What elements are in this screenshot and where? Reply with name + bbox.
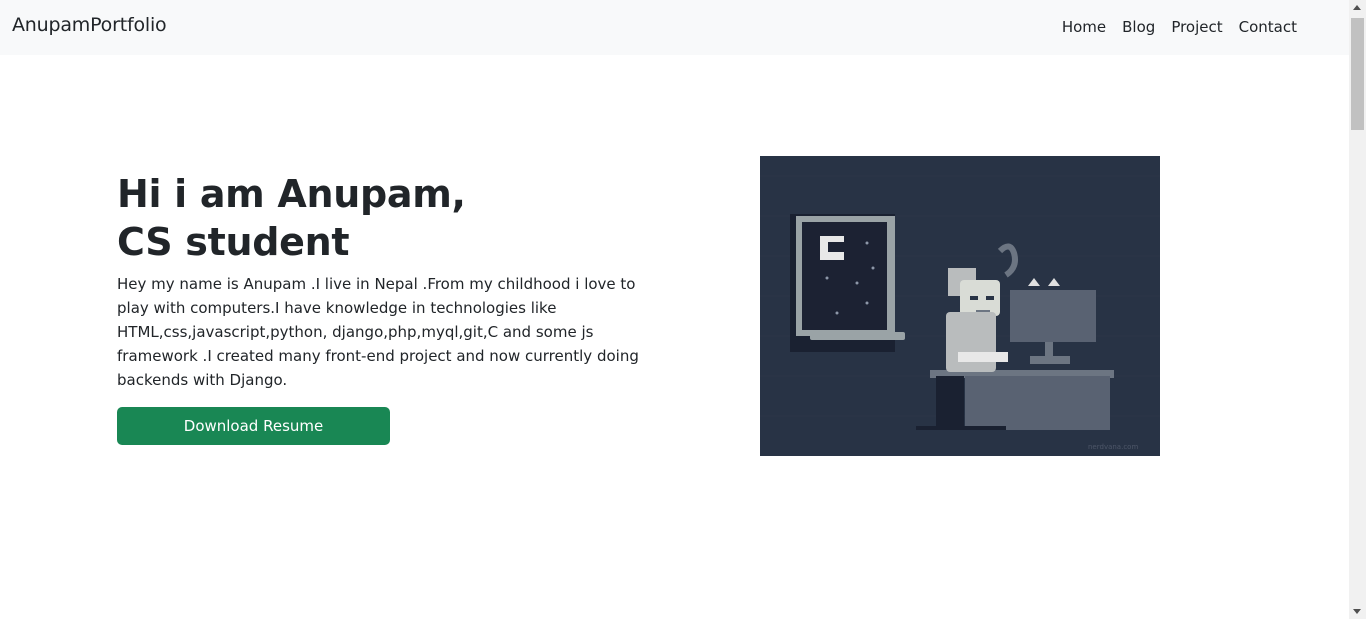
download-resume-button[interactable]: Download Resume — [117, 407, 390, 445]
hero-title-line-2: CS student — [117, 220, 350, 264]
person-at-computer-illustration: nerdvana.com — [760, 156, 1160, 456]
scroll-up-arrow-icon[interactable] — [1353, 5, 1361, 10]
navbar: AnupamPortfolio Home Blog Project Contac… — [0, 0, 1349, 55]
nav-links: Home Blog Project Contact — [1054, 17, 1305, 37]
hero-title: Hi i am Anupam, CS student — [117, 170, 466, 266]
nav-link-contact[interactable]: Contact — [1231, 17, 1305, 37]
nav-link-project[interactable]: Project — [1163, 17, 1230, 37]
vertical-scrollbar[interactable] — [1349, 0, 1366, 619]
nav-link-blog[interactable]: Blog — [1114, 17, 1163, 37]
scroll-down-arrow-icon[interactable] — [1353, 609, 1361, 614]
page: AnupamPortfolio Home Blog Project Contac… — [0, 0, 1366, 619]
hero-description: Hey my name is Anupam .I live in Nepal .… — [117, 275, 639, 389]
brand-logo[interactable]: AnupamPortfolio — [12, 14, 167, 36]
nav-link-home[interactable]: Home — [1054, 17, 1114, 37]
hero-title-line-1: Hi i am Anupam, — [117, 172, 466, 216]
svg-text:nerdvana.com: nerdvana.com — [1088, 443, 1138, 451]
scrollbar-thumb[interactable] — [1351, 18, 1364, 130]
